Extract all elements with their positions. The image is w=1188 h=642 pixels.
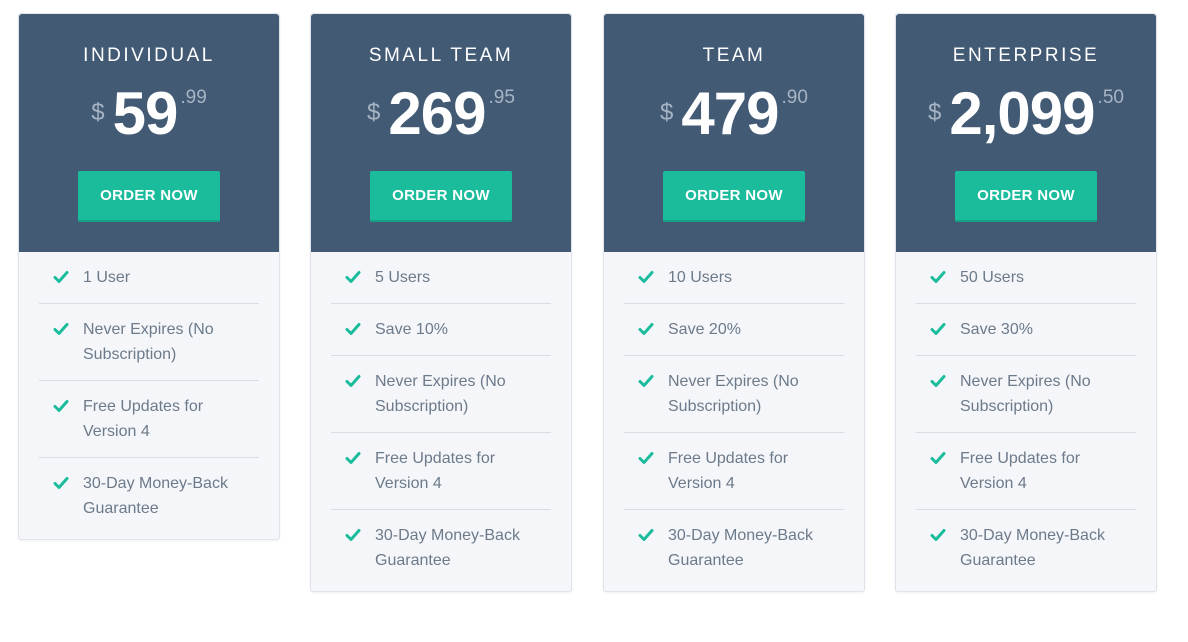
check-icon [638,271,654,283]
order-now-button[interactable]: ORDER NOW [370,171,512,222]
feature-text: Free Updates for Version 4 [83,398,204,440]
feature-text: Never Expires (No Subscription) [375,373,506,415]
feature-text: 5 Users [375,269,431,286]
feature-item: 50 Users [916,252,1136,304]
feature-item: Never Expires (No Subscription) [624,356,844,433]
check-icon [53,400,69,412]
feature-text: Save 10% [375,321,448,338]
feature-item: Never Expires (No Subscription) [916,356,1136,433]
feature-item: 30-Day Money-Back Guarantee [39,458,259,539]
feature-text: Never Expires (No Subscription) [83,321,214,363]
check-icon [345,323,361,335]
feature-text: Save 20% [668,321,741,338]
price-cents: .90 [781,87,808,108]
feature-item: 10 Users [624,252,844,304]
feature-list: 5 Users Save 10% Never Expires (No Subsc… [311,252,571,591]
feature-item: Free Updates for Version 4 [331,433,551,510]
check-icon [930,452,946,464]
feature-item: 30-Day Money-Back Guarantee [624,510,844,591]
price-amount: 269 [388,80,486,147]
feature-item: Free Updates for Version 4 [916,433,1136,510]
feature-text: Free Updates for Version 4 [668,450,789,492]
feature-item: 30-Day Money-Back Guarantee [916,510,1136,591]
plan-price: $ 269 .95 [311,81,571,147]
check-icon [930,375,946,387]
plan-header: TEAM $ 479 .90 ORDER NOW [604,14,864,252]
feature-list: 50 Users Save 30% Never Expires (No Subs… [896,252,1156,591]
price-cents: .95 [488,87,515,108]
check-icon [345,452,361,464]
price-amount: 479 [681,80,779,147]
price-cents: .50 [1097,87,1124,108]
plan-price: $ 479 .90 [604,81,864,147]
order-now-button[interactable]: ORDER NOW [78,171,220,222]
feature-item: Never Expires (No Subscription) [331,356,551,433]
plan-price: $ 59 .99 [19,81,279,147]
plan-name: ENTERPRISE [952,45,1100,66]
check-icon [638,323,654,335]
check-icon [345,529,361,541]
feature-text: 10 Users [668,269,733,286]
feature-list: 10 Users Save 20% Never Expires (No Subs… [604,252,864,591]
feature-text: Save 30% [960,321,1033,338]
check-icon [53,323,69,335]
feature-list: 1 User Never Expires (No Subscription) F… [19,252,279,539]
feature-text: 30-Day Money-Back Guarantee [960,527,1105,569]
order-now-button[interactable]: ORDER NOW [663,171,805,222]
feature-item: 1 User [39,252,259,304]
plan-name: INDIVIDUAL [83,45,215,66]
check-icon [53,271,69,283]
feature-item: Save 30% [916,304,1136,356]
feature-text: 50 Users [960,269,1025,286]
price-cents: .99 [180,87,207,108]
price-amount: 2,099 [949,80,1095,147]
feature-item: 30-Day Money-Back Guarantee [331,510,551,591]
feature-item: Never Expires (No Subscription) [39,304,259,381]
price-amount: 59 [112,80,179,147]
plan-name: TEAM [702,45,766,66]
plan-card-individual: INDIVIDUAL $ 59 .99 ORDER NOW 1 User Nev… [18,13,280,540]
feature-item: 5 Users [331,252,551,304]
feature-text: 30-Day Money-Back Guarantee [668,527,813,569]
price-currency: $ [660,99,674,126]
order-now-button[interactable]: ORDER NOW [955,171,1097,222]
feature-text: Free Updates for Version 4 [960,450,1081,492]
feature-text: Free Updates for Version 4 [375,450,496,492]
check-icon [345,375,361,387]
pricing-plans: INDIVIDUAL $ 59 .99 ORDER NOW 1 User Nev… [0,0,1188,642]
price-currency: $ [928,99,942,126]
plan-header: INDIVIDUAL $ 59 .99 ORDER NOW [19,14,279,252]
check-icon [930,271,946,283]
plan-card-enterprise: ENTERPRISE $ 2,099 .50 ORDER NOW 50 User… [895,13,1157,592]
plan-header: SMALL TEAM $ 269 .95 ORDER NOW [311,14,571,252]
price-currency: $ [91,99,105,126]
feature-text: 1 User [83,269,131,286]
plan-header: ENTERPRISE $ 2,099 .50 ORDER NOW [896,14,1156,252]
feature-text: Never Expires (No Subscription) [960,373,1091,415]
check-icon [930,529,946,541]
feature-item: Save 20% [624,304,844,356]
price-currency: $ [367,99,381,126]
feature-text: 30-Day Money-Back Guarantee [83,475,228,517]
feature-item: Free Updates for Version 4 [624,433,844,510]
check-icon [345,271,361,283]
check-icon [53,477,69,489]
check-icon [638,452,654,464]
plan-name: SMALL TEAM [368,45,514,66]
plan-card-team: TEAM $ 479 .90 ORDER NOW 10 Users Save 2… [603,13,865,592]
feature-item: Free Updates for Version 4 [39,381,259,458]
feature-text: Never Expires (No Subscription) [668,373,799,415]
feature-item: Save 10% [331,304,551,356]
plan-price: $ 2,099 .50 [896,81,1156,147]
check-icon [930,323,946,335]
feature-text: 30-Day Money-Back Guarantee [375,527,520,569]
check-icon [638,375,654,387]
check-icon [638,529,654,541]
plan-card-small-team: SMALL TEAM $ 269 .95 ORDER NOW 5 Users S… [310,13,572,592]
